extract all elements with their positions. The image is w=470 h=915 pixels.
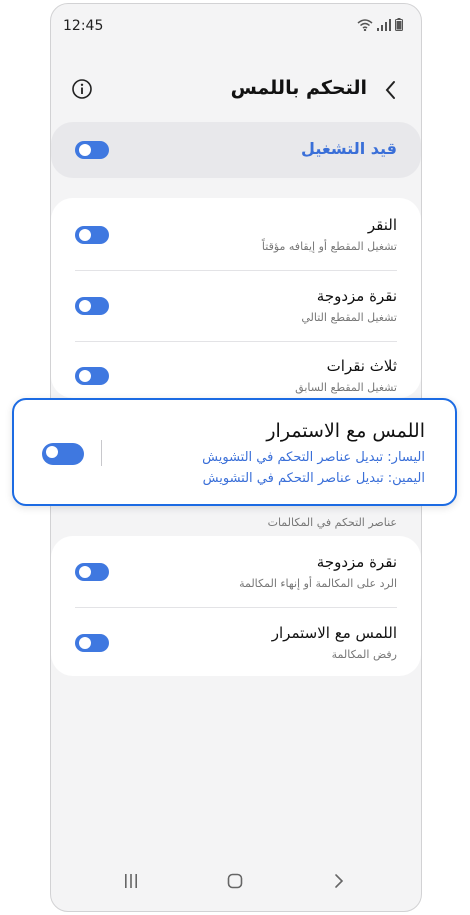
list-item-call-touch-hold[interactable]: اللمس مع الاستمرار رفض المكالمة	[51, 607, 421, 676]
list-item-double-tap[interactable]: نقرة مزدوجة تشغيل المقطع التالي	[51, 270, 421, 341]
call-controls-card: نقرة مزدوجة الرد على المكالمة أو إنهاء ا…	[51, 536, 421, 676]
item-title: ثلاث نقرات	[326, 357, 397, 375]
item-subtitle: رفض المكالمة	[331, 648, 397, 661]
item-subtitle: تشغيل المقطع التالي	[301, 311, 397, 324]
list-item-tap[interactable]: النقر تشغيل المقطع أو إيقافه مؤقتاً	[51, 198, 421, 270]
status-bar: 12:45	[51, 4, 421, 46]
navigation-bar	[51, 851, 421, 911]
app-header: التحكم باللمس	[51, 64, 421, 116]
battery-icon	[395, 18, 403, 31]
item-subtitle: الرد على المكالمة أو إنهاء المكالمة	[239, 577, 397, 590]
item-title: النقر	[367, 216, 397, 234]
info-icon[interactable]	[71, 78, 93, 100]
media-controls-card: النقر تشغيل المقطع أو إيقافه مؤقتاً نقرة…	[51, 198, 421, 398]
toggle-tap[interactable]	[75, 226, 109, 244]
item-subtitle: تشغيل المقطع السابق	[295, 381, 397, 394]
item-title: اللمس مع الاستمرار	[271, 624, 397, 642]
calls-section-title: عناصر التحكم في المكالمات	[267, 516, 397, 529]
recent-apps-icon[interactable]	[123, 873, 139, 889]
touch-hold-right-action: اليمين: تبديل عناصر التحكم في التشويش	[202, 471, 425, 486]
back-icon[interactable]	[331, 873, 347, 889]
master-switch-label: قيد التشغيل	[301, 139, 397, 158]
status-time: 12:45	[63, 18, 104, 34]
toggle-double-tap[interactable]	[75, 297, 109, 315]
item-subtitle: تشغيل المقطع أو إيقافه مؤقتاً	[261, 240, 397, 253]
item-title: نقرة مزدوجة	[316, 287, 397, 305]
vertical-divider	[101, 440, 102, 466]
touch-hold-left-action: اليسار: تبديل عناصر التحكم في التشويش	[202, 450, 425, 465]
back-chevron-icon[interactable]	[381, 78, 401, 102]
master-switch-row[interactable]: قيد التشغيل	[51, 122, 421, 178]
page-title: التحكم باللمس	[230, 77, 367, 99]
home-icon[interactable]	[227, 873, 243, 889]
touch-hold-title: اللمس مع الاستمرار	[266, 420, 425, 442]
toggle-call-touch-hold[interactable]	[75, 634, 109, 652]
list-item-call-double-tap[interactable]: نقرة مزدوجة الرد على المكالمة أو إنهاء ا…	[51, 536, 421, 607]
toggle-call-double-tap[interactable]	[75, 563, 109, 581]
status-icons	[357, 18, 403, 31]
list-item-triple-tap[interactable]: ثلاث نقرات تشغيل المقطع السابق	[51, 341, 421, 398]
item-title: نقرة مزدوجة	[316, 553, 397, 571]
touch-hold-toggle[interactable]	[42, 443, 84, 465]
master-toggle[interactable]	[75, 141, 109, 159]
wifi-icon	[357, 18, 373, 31]
highlighted-touch-hold-item[interactable]: اللمس مع الاستمرار اليسار: تبديل عناصر ا…	[12, 398, 457, 506]
toggle-triple-tap[interactable]	[75, 367, 109, 385]
signal-icon	[377, 18, 391, 31]
